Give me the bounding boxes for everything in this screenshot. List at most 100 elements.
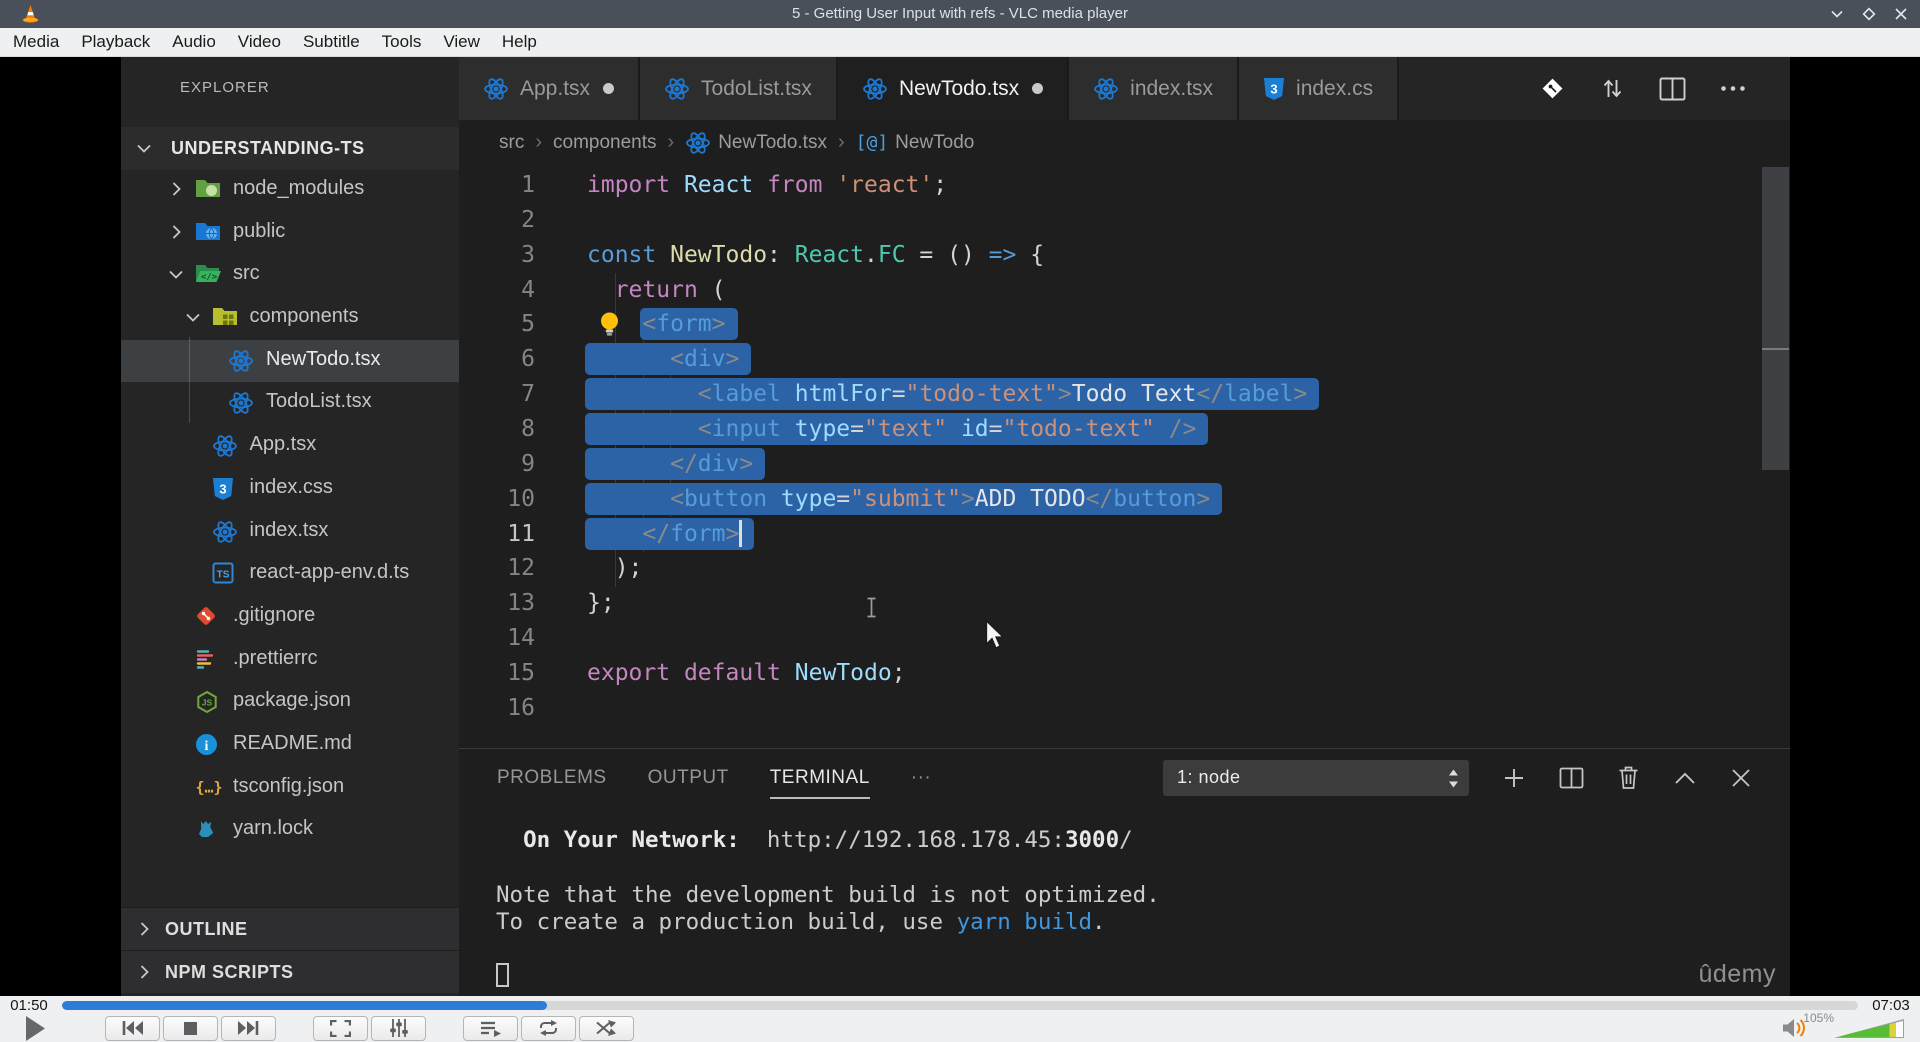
code-text: export default NewTodo; bbox=[535, 656, 906, 691]
play-button[interactable] bbox=[24, 1015, 47, 1042]
menu-subtitle[interactable]: Subtitle bbox=[292, 28, 371, 56]
tree-item-yarn-lock[interactable]: yarn.lock bbox=[121, 809, 459, 852]
fullscreen-button[interactable] bbox=[313, 1015, 368, 1041]
dropdown-arrows-icon bbox=[1447, 768, 1460, 789]
tab-todolist-tsx[interactable]: TodoList.tsx bbox=[640, 57, 838, 120]
editor-scrollbar[interactable] bbox=[1762, 167, 1789, 470]
loop-button[interactable] bbox=[521, 1015, 576, 1041]
menu-playback[interactable]: Playback bbox=[70, 28, 161, 56]
code-line-14[interactable]: 14 bbox=[459, 621, 1790, 656]
code-line-1[interactable]: 1 import React from 'react'; bbox=[459, 168, 1790, 203]
code-line-16[interactable]: 16 bbox=[459, 691, 1790, 726]
tree-item--gitignore[interactable]: .gitignore bbox=[121, 596, 459, 639]
tree-item-public[interactable]: public bbox=[121, 212, 459, 255]
code-line-2[interactable]: 2 bbox=[459, 203, 1790, 238]
volume-slider[interactable] bbox=[1834, 1019, 1904, 1038]
menu-video[interactable]: Video bbox=[227, 28, 292, 56]
menu-help[interactable]: Help bbox=[491, 28, 548, 56]
menu-tools[interactable]: Tools bbox=[371, 28, 433, 56]
terminal-select[interactable]: 1: node bbox=[1163, 759, 1469, 796]
panel-tab-terminal[interactable]: TERMINAL bbox=[769, 749, 870, 806]
new-terminal-icon[interactable] bbox=[1502, 766, 1526, 790]
terminal-output[interactable]: On Your Network: http://192.168.178.45:3… bbox=[496, 827, 1160, 991]
breadcrumb-src[interactable]: src bbox=[499, 132, 524, 154]
split-terminal-icon[interactable] bbox=[1559, 767, 1584, 789]
breadcrumb: src › components › NewTodo.tsx › [@] NewTodo bbox=[459, 120, 1790, 165]
speaker-icon[interactable] bbox=[1782, 1018, 1808, 1042]
close-panel-icon[interactable] bbox=[1730, 767, 1752, 789]
tree-item-react-app-env-d-ts[interactable]: TS react-app-env.d.ts bbox=[121, 553, 459, 596]
code-line-7[interactable]: 7 <label htmlFor="todo-text">Todo Text</… bbox=[459, 377, 1790, 412]
maximize-panel-icon[interactable] bbox=[1673, 770, 1697, 786]
kill-terminal-icon[interactable] bbox=[1617, 765, 1640, 790]
split-editor-icon[interactable] bbox=[1659, 77, 1686, 101]
code-line-6[interactable]: 6 <div> bbox=[459, 342, 1790, 377]
code-editor[interactable]: 1 import React from 'react'; 2 3 const NewTo… bbox=[459, 165, 1790, 748]
code-line-3[interactable]: 3 const NewTodo: React.FC = () => { bbox=[459, 238, 1790, 273]
maximize-button[interactable] bbox=[1858, 3, 1880, 25]
breadcrumb-components[interactable]: components bbox=[553, 132, 657, 154]
breadcrumb-newtodo[interactable]: [@] NewTodo bbox=[856, 132, 975, 154]
panel-tab-problems[interactable]: PROBLEMS bbox=[497, 749, 607, 806]
code-token: Todo Text bbox=[1071, 381, 1197, 408]
code-line-12[interactable]: 12 ); bbox=[459, 551, 1790, 586]
code-line-5[interactable]: 5 <form> bbox=[459, 307, 1790, 342]
random-button[interactable] bbox=[579, 1015, 634, 1041]
breadcrumb-newtodo-tsx[interactable]: NewTodo.tsx bbox=[685, 131, 827, 155]
video-area[interactable]: EXPLORER UNDERSTANDING-TS node_modules pu… bbox=[0, 57, 1920, 996]
minimize-button[interactable] bbox=[1826, 3, 1848, 25]
tab-index-cs[interactable]: 3 index.cs bbox=[1239, 57, 1400, 120]
tree-item-src[interactable]: </> src bbox=[121, 254, 459, 297]
panel-tab-output[interactable]: OUTPUT bbox=[648, 749, 729, 806]
svg-text:i: i bbox=[205, 739, 209, 754]
modified-dot-icon[interactable] bbox=[1032, 83, 1044, 94]
window-controls bbox=[1826, 0, 1912, 28]
code-line-10[interactable]: 10 <button type="submit">ADD TODO</butto… bbox=[459, 482, 1790, 517]
tree-item-label: src bbox=[233, 262, 260, 285]
menu-media[interactable]: Media bbox=[2, 28, 70, 56]
menu-view[interactable]: View bbox=[432, 28, 491, 56]
code-line-8[interactable]: 8 <input type="text" id="todo-text" /> bbox=[459, 412, 1790, 447]
tree-item-index-css[interactable]: 3 index.css bbox=[121, 468, 459, 511]
tree-item-index-tsx[interactable]: index.tsx bbox=[121, 511, 459, 554]
panel-tab--[interactable]: ··· bbox=[911, 749, 931, 806]
stop-button[interactable] bbox=[163, 1015, 218, 1041]
code-line-11[interactable]: 11 </form> bbox=[459, 517, 1790, 552]
tree-item-package-json[interactable]: JS package.json bbox=[121, 681, 459, 724]
code-line-15[interactable]: 15 export default NewTodo; bbox=[459, 656, 1790, 691]
tree-item-components[interactable]: components bbox=[121, 297, 459, 340]
close-button[interactable] bbox=[1890, 3, 1912, 25]
code-lines: 1 import React from 'react'; 2 3 const NewTo… bbox=[459, 168, 1790, 726]
tree-item--prettierrc[interactable]: .prettierrc bbox=[121, 639, 459, 682]
tree-item-node-modules[interactable]: node_modules bbox=[121, 169, 459, 212]
seek-bar[interactable] bbox=[62, 1000, 1858, 1010]
menu-audio[interactable]: Audio bbox=[161, 28, 226, 56]
code-line-9[interactable]: 9 </div> bbox=[459, 447, 1790, 482]
tree-item-app-tsx[interactable]: App.tsx bbox=[121, 425, 459, 468]
tree-item-readme-md[interactable]: i README.md bbox=[121, 724, 459, 767]
udemy-watermark: ûdemy bbox=[1698, 960, 1776, 988]
sidebar-section-outline[interactable]: OUTLINE bbox=[121, 907, 459, 950]
git-diamond-icon[interactable] bbox=[1539, 75, 1566, 102]
project-root-item[interactable]: UNDERSTANDING-TS bbox=[121, 127, 459, 170]
code-line-4[interactable]: 4 return ( bbox=[459, 273, 1790, 308]
playlist-button[interactable] bbox=[463, 1015, 518, 1041]
tab-app-tsx[interactable]: App.tsx bbox=[459, 57, 641, 120]
more-actions-icon[interactable] bbox=[1720, 85, 1746, 92]
skip-back-button[interactable] bbox=[105, 1015, 160, 1041]
lightbulb-icon[interactable] bbox=[597, 311, 622, 338]
tree-item-todolist-tsx[interactable]: TodoList.tsx bbox=[121, 382, 459, 425]
adjustments-button[interactable] bbox=[371, 1015, 426, 1041]
tree-item-label: components bbox=[249, 305, 359, 328]
tab-index-tsx[interactable]: index.tsx bbox=[1069, 57, 1240, 120]
sidebar-section-npm-scripts[interactable]: NPM SCRIPTS bbox=[121, 950, 459, 993]
tree-item-tsconfig-json[interactable]: {…} tsconfig.json bbox=[121, 767, 459, 810]
skip-forward-button[interactable] bbox=[221, 1015, 276, 1041]
modified-dot-icon[interactable] bbox=[603, 83, 615, 94]
tab-newtodo-tsx[interactable]: NewTodo.tsx bbox=[837, 57, 1070, 120]
code-line-13[interactable]: 13}; bbox=[459, 586, 1790, 621]
tree-item-newtodo-tsx[interactable]: NewTodo.tsx bbox=[121, 339, 459, 383]
swap-arrows-icon[interactable] bbox=[1600, 75, 1625, 102]
line-number: 5 bbox=[521, 311, 535, 338]
